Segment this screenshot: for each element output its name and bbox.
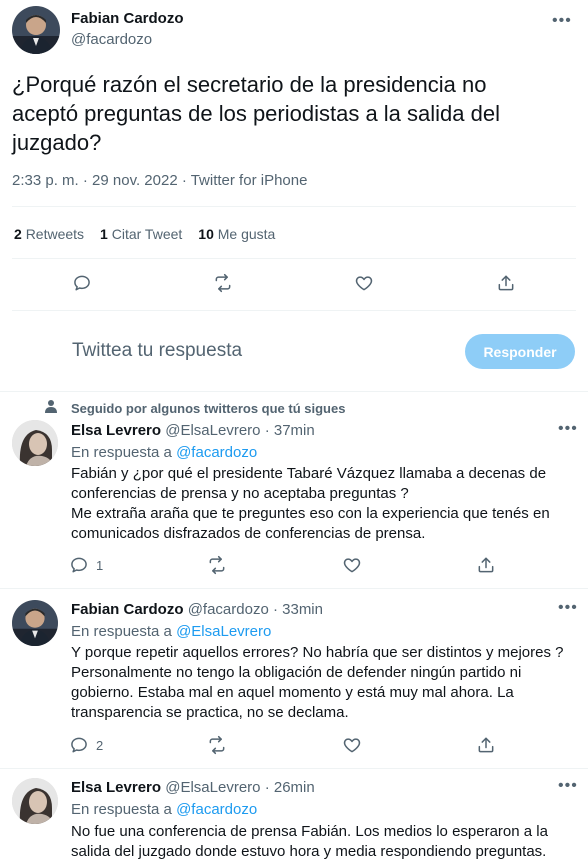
in-reply-prefix: En respuesta a (71, 623, 172, 640)
share-icon[interactable] (469, 728, 503, 762)
likes-label: Me gusta (217, 226, 276, 242)
more-options-icon[interactable]: ••• (558, 420, 578, 438)
reply-icon (62, 728, 96, 762)
retweets-label: Retweets (25, 226, 85, 242)
reply-author-name[interactable]: Elsa Levrero (71, 779, 161, 796)
man-avatar-icon (12, 600, 58, 646)
woman-avatar-icon (12, 420, 58, 466)
reply-avatar[interactable] (12, 600, 58, 646)
divider (0, 588, 588, 589)
reply-text: Y porque repetir aquellos errores? No ha… (71, 643, 571, 723)
divider (0, 768, 588, 769)
reply-author-handle[interactable]: @facardozo (188, 601, 269, 618)
author-avatar[interactable] (12, 6, 60, 54)
in-reply-mention[interactable]: @facardozo (176, 801, 257, 818)
quotes-stat[interactable]: 1 Citar Tweet (100, 226, 182, 242)
reply-paragraph: No fue una conferencia de prensa Fabián.… (71, 823, 548, 860)
in-reply-mention[interactable]: @ElsaLevrero (176, 623, 271, 640)
in-reply-mention[interactable]: @facardozo (176, 444, 257, 461)
man-avatar-icon (12, 6, 60, 54)
reply-author-handle[interactable]: @ElsaLevrero (165, 422, 260, 439)
more-options-icon[interactable]: ••• (552, 12, 572, 30)
reply-icon (62, 548, 96, 582)
author-handle[interactable]: @facardozo (71, 31, 152, 48)
in-reply-to: En respuesta a @facardozo (71, 444, 257, 461)
quotes-label: Citar Tweet (111, 226, 183, 242)
retweet-icon[interactable] (200, 728, 234, 762)
retweets-count: 2 (14, 226, 22, 242)
in-reply-to: En respuesta a @ElsaLevrero (71, 623, 271, 640)
reply-text: Fabián y ¿por qué el presidente Tabaré V… (71, 464, 571, 544)
reply-author-name[interactable]: Elsa Levrero (71, 422, 161, 439)
reply-icon[interactable] (65, 266, 99, 300)
reply-avatar[interactable] (12, 420, 58, 466)
woman-avatar-icon (12, 778, 58, 824)
reply-avatar[interactable] (12, 778, 58, 824)
likes-stat[interactable]: 10 Me gusta (198, 226, 275, 242)
reply-input[interactable]: Twittea tu respuesta (72, 340, 242, 362)
reply-action-reply[interactable]: 1 (62, 548, 103, 582)
tweet-text: ¿Porqué razón el secretario de la presid… (12, 72, 500, 155)
reply-action-reply[interactable]: 2 (62, 728, 103, 762)
reply-count: 2 (96, 737, 104, 753)
retweets-stat[interactable]: 2 Retweets (14, 226, 84, 242)
reply-paragraph: Me extraña araña que te preguntes eso co… (71, 505, 550, 542)
more-options-icon[interactable]: ••• (558, 777, 578, 795)
like-icon[interactable] (347, 266, 381, 300)
divider (12, 206, 576, 207)
social-context: Seguido por algunos twitteros que tú sig… (71, 401, 346, 416)
share-icon[interactable] (489, 266, 523, 300)
in-reply-prefix: En respuesta a (71, 801, 172, 818)
in-reply-to: En respuesta a @facardozo (71, 801, 257, 818)
reply-paragraph: Y porque repetir aquellos errores? No ha… (71, 644, 564, 721)
likes-count: 10 (198, 226, 214, 242)
reply-count: 1 (96, 557, 104, 573)
share-icon[interactable] (469, 548, 503, 582)
reply-actions: 2 (62, 728, 562, 762)
tweet-timestamp[interactable]: 2:33 p. m. · 29 nov. 2022 · Twitter for … (12, 172, 307, 189)
quotes-count: 1 (100, 226, 108, 242)
like-icon[interactable] (335, 548, 369, 582)
divider (12, 258, 576, 259)
reply-author-handle[interactable]: @ElsaLevrero (165, 779, 260, 796)
reply-text: No fue una conferencia de prensa Fabián.… (71, 822, 571, 862)
reply-header: Elsa Levrero @ElsaLevrero · 37min (71, 422, 315, 439)
main-actions (0, 266, 588, 302)
reply-time[interactable]: · 26min (265, 779, 315, 796)
retweet-icon[interactable] (200, 548, 234, 582)
reply-author-name[interactable]: Fabian Cardozo (71, 601, 184, 618)
reply-paragraph: Fabián y ¿por qué el presidente Tabaré V… (71, 465, 547, 502)
more-options-icon[interactable]: ••• (558, 599, 578, 617)
reply-actions: 1 (62, 548, 562, 582)
retweet-icon[interactable] (206, 266, 240, 300)
reply-header: Fabian Cardozo @facardozo · 33min (71, 601, 323, 618)
person-icon (45, 400, 57, 413)
divider (12, 310, 576, 311)
reply-time[interactable]: · 33min (273, 601, 323, 618)
reply-button[interactable]: Responder (465, 334, 575, 369)
in-reply-prefix: En respuesta a (71, 444, 172, 461)
divider (0, 391, 588, 392)
author-name[interactable]: Fabian Cardozo (71, 10, 184, 27)
reply-time[interactable]: · 37min (265, 422, 315, 439)
tweet-stats: 2 Retweets 1 Citar Tweet 10 Me gusta (14, 226, 275, 242)
like-icon[interactable] (335, 728, 369, 762)
reply-header: Elsa Levrero @ElsaLevrero · 26min (71, 779, 315, 796)
